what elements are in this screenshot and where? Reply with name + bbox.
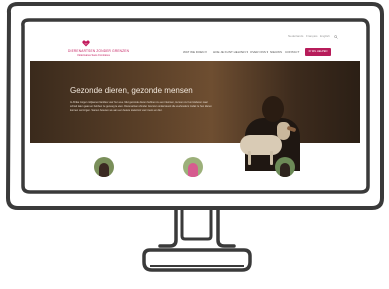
hero-text-line-2: school laten gaan en hebben ze genoeg te… <box>70 105 212 108</box>
nav-nieuws[interactable]: NIEUWS <box>270 50 282 54</box>
feature-image-2[interactable] <box>183 157 203 177</box>
hero-text-line-1: In Afrika zorgen miljoenen families voor… <box>70 101 208 104</box>
lang-english[interactable]: English <box>320 34 330 38</box>
feature-image-1[interactable] <box>94 157 114 177</box>
lang-francais[interactable]: Français <box>306 34 318 38</box>
logo-name: DIERENARTSEN ZONDER GRENZEN <box>68 49 130 53</box>
nav-hoe-je-kunt-helpen[interactable]: HOE JE KUNT HELPEN ▾ <box>213 50 248 54</box>
nav-over-ons[interactable]: OVER ONS ▾ <box>250 50 268 54</box>
nav-wat-we-doen[interactable]: WAT WE DOEN ▾ <box>183 50 207 54</box>
search-icon[interactable] <box>334 34 338 39</box>
monitor-neck <box>158 207 178 248</box>
site-header: DIERENARTSEN ZONDER GRENZEN Vétérinaires… <box>30 39 360 63</box>
lang-nederlands[interactable]: Nederlands <box>288 34 303 38</box>
feature-image-3[interactable] <box>275 157 295 177</box>
hero-title: Gezonde dieren, gezonde mensen <box>70 86 193 95</box>
hero-text-line-3: kunnen verzorgen. Samen bouwen we aan ee… <box>70 109 163 112</box>
website-screen: Nederlands Français English DIERENARTSEN… <box>30 33 360 183</box>
nav-contact[interactable]: CONTACT <box>285 50 299 54</box>
logo-tagline: Vétérinaires Sans Frontières <box>77 53 110 57</box>
heart-logo-icon <box>82 40 90 47</box>
hero-goat <box>240 135 282 155</box>
ik-wil-helpen-button[interactable]: IK WIL HELPEN <box>305 47 331 56</box>
